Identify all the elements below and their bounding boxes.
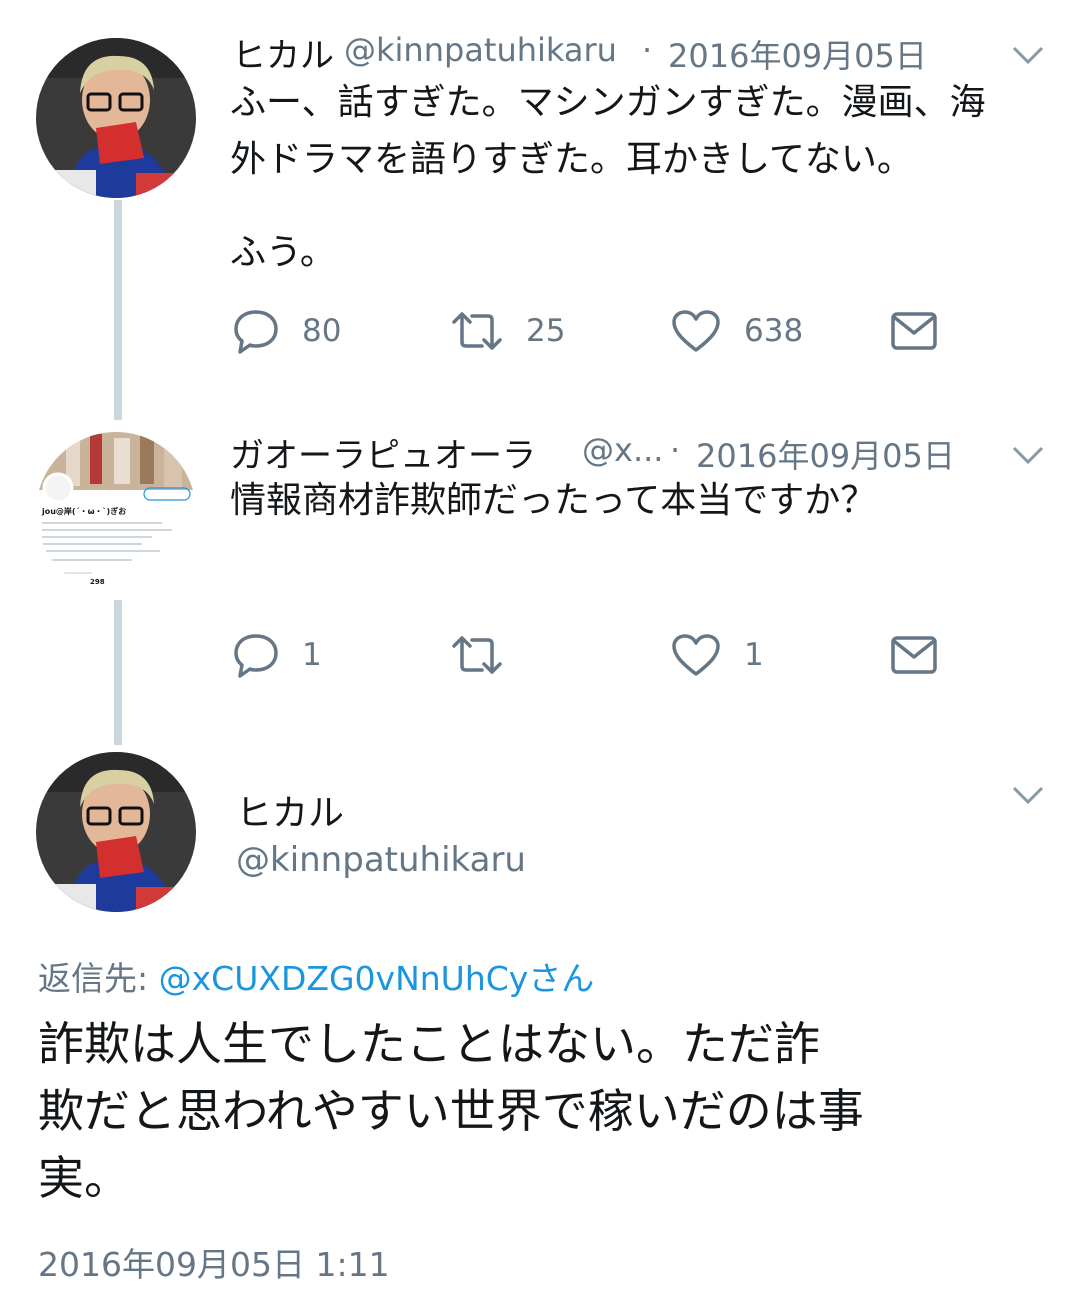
- author-handle[interactable]: @x...: [582, 431, 663, 469]
- avatar-photo: [36, 752, 196, 912]
- reply-icon: [232, 632, 280, 678]
- avatar-follower-count: 298: [90, 578, 105, 586]
- like-icon: [670, 308, 722, 354]
- like-button[interactable]: 638: [670, 308, 803, 354]
- chevron-down-icon[interactable]: [1008, 40, 1048, 70]
- retweet-button[interactable]: 25: [450, 310, 565, 352]
- avatar-profile-name: jou@岸(´・ω・`)ぎお: [42, 507, 127, 516]
- retweet-count: 25: [526, 313, 566, 349]
- tweet-date[interactable]: 2016年09月05日: [668, 31, 927, 77]
- author-name[interactable]: ヒカル: [236, 784, 344, 836]
- reply-button[interactable]: 1: [232, 632, 322, 678]
- meta-separator: ·: [670, 431, 681, 469]
- tweet-text-line: 実。: [38, 1151, 130, 1205]
- tweet-text-line: 詐欺は人生でしたことはない。ただ詐: [38, 1017, 820, 1071]
- tweet-text-line: ふー、話すぎた。マシンガンすぎた。漫画、海: [230, 82, 986, 123]
- tweet-text-line: ふう。: [230, 232, 336, 273]
- tweet-timestamp[interactable]: 2016年09月05日 1:11: [38, 1238, 390, 1286]
- like-button[interactable]: 1: [670, 632, 764, 678]
- tweet-date[interactable]: 2016年09月05日: [696, 431, 955, 477]
- author-handle[interactable]: @kinnpatuhikaru: [236, 840, 526, 880]
- reply-to-label: 返信先:: [38, 959, 149, 998]
- reply-context: 返信先: @xCUXDZG0vNnUhCyさん: [38, 952, 594, 1000]
- tweet-text-line: 欺だと思われやすい世界で稼いだのは事: [38, 1084, 864, 1138]
- like-count: 1: [744, 637, 764, 673]
- tweet-text-line: 外ドラマを語りすぎた。耳かきしてない。: [230, 139, 913, 180]
- dm-button[interactable]: [890, 311, 938, 351]
- author-name[interactable]: ガオーラピュオーラ: [230, 428, 536, 477]
- chevron-down-icon[interactable]: [1008, 440, 1048, 470]
- retweet-icon: [450, 310, 504, 352]
- reply-to-user-link[interactable]: @xCUXDZG0vNnUhCyさん: [159, 959, 595, 998]
- author-name[interactable]: ヒカル: [232, 28, 334, 77]
- thread-line: [114, 600, 122, 745]
- dm-icon: [890, 635, 938, 675]
- reply-count: 80: [302, 313, 342, 349]
- reply-count: 1: [302, 637, 322, 673]
- avatar-photo: [36, 38, 196, 198]
- avatar[interactable]: jou@岸(´・ω・`)ぎお 298: [36, 432, 196, 592]
- reply-button[interactable]: 80: [232, 308, 341, 354]
- author-handle[interactable]: @kinnpatuhikaru: [344, 31, 617, 69]
- avatar[interactable]: [36, 752, 196, 912]
- meta-separator: ·: [642, 31, 653, 69]
- reply-icon: [232, 308, 280, 354]
- dm-button[interactable]: [890, 635, 938, 675]
- chevron-down-icon[interactable]: [1008, 780, 1048, 810]
- like-icon: [670, 632, 722, 678]
- thread-line: [114, 200, 122, 420]
- tweet-text: 情報商材詐欺師だったって本当ですか？: [230, 480, 877, 521]
- dm-icon: [890, 311, 938, 351]
- retweet-icon: [450, 634, 504, 676]
- retweet-button[interactable]: [450, 634, 526, 676]
- avatar[interactable]: [36, 38, 196, 198]
- like-count: 638: [744, 313, 804, 349]
